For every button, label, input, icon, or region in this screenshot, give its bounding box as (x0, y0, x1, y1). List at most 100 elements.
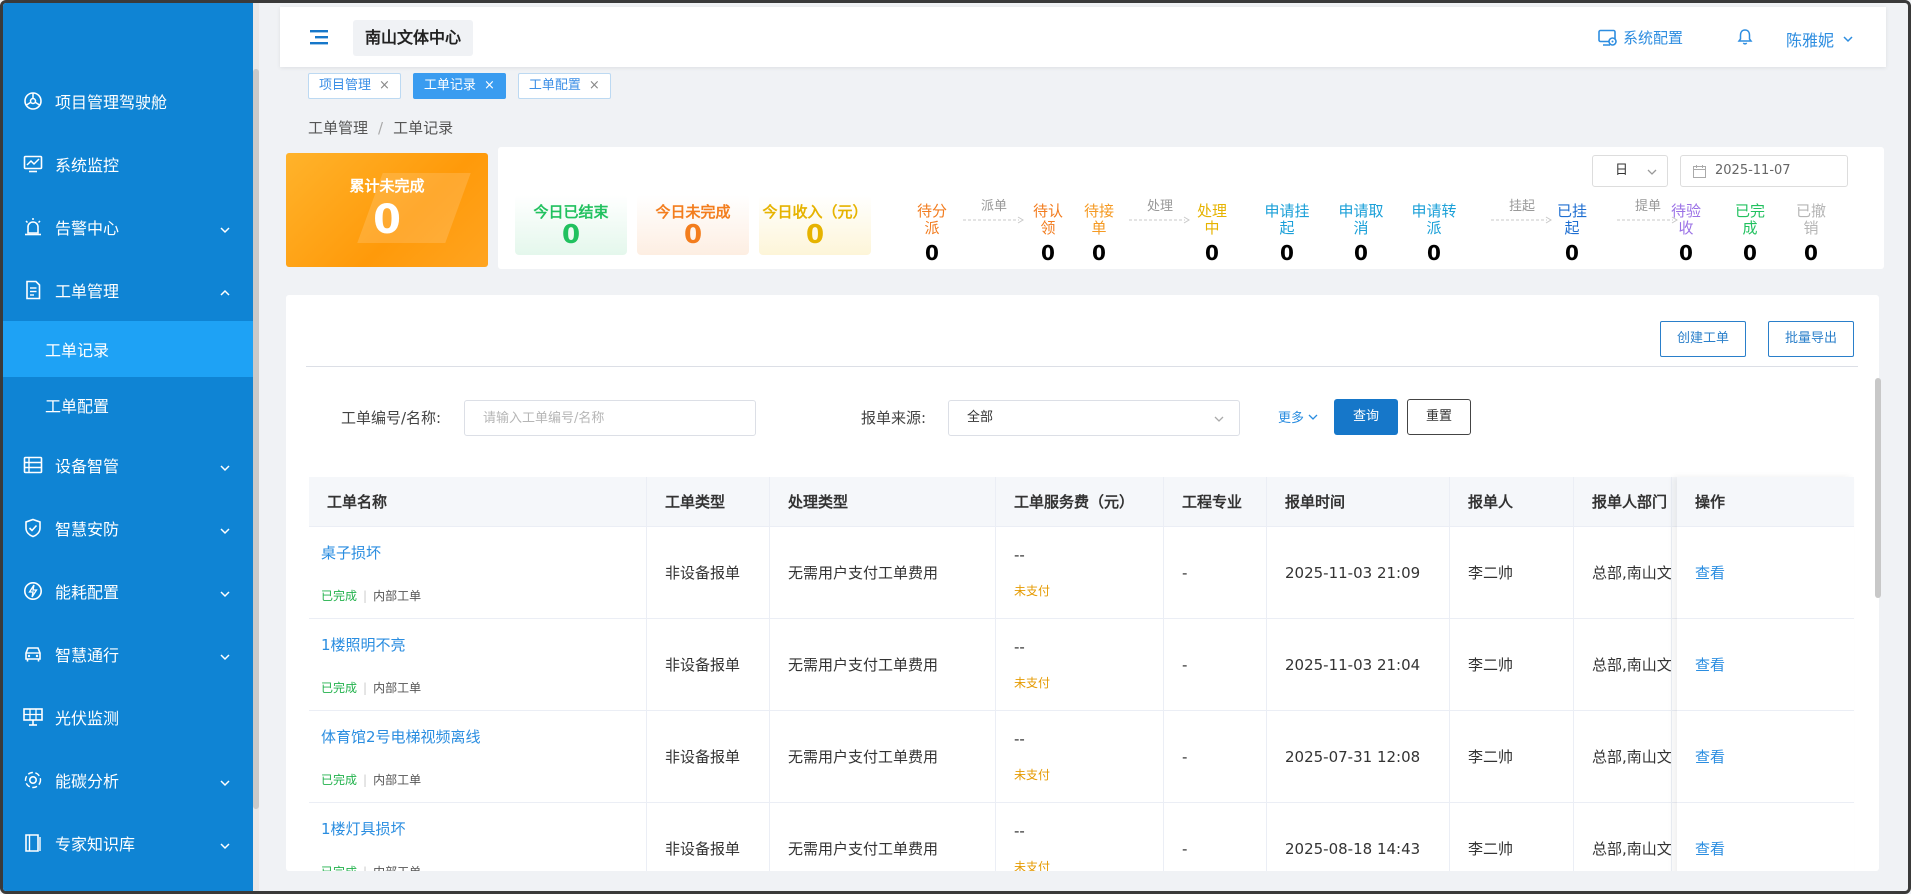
status-step-9: 已完 成 0 (1724, 203, 1776, 265)
sidebar-item-12[interactable]: 专家知识库 (3, 811, 253, 874)
sidebar-item-6[interactable]: 设备智管 (3, 433, 253, 496)
order-search-input[interactable] (464, 400, 756, 436)
department-cell: 总部,南山文体中心 (1574, 619, 1672, 710)
order-name-link[interactable]: 体育馆2号电梯视频离线 (321, 726, 481, 747)
fee-value: -- (1014, 638, 1025, 656)
flow-arrow-1: 处理 (1127, 195, 1193, 224)
status-summary-panel: 今日已结束 0 今日未完成 0 今日收入（元） 0 待分 派 0 待认 领 0 待接 单… (498, 147, 1884, 269)
sidebar-item-0[interactable]: 项目管理驾驶舱 (3, 69, 253, 132)
sidebar-item-label: 设备智管 (55, 456, 120, 476)
breadcrumb-current: 工单记录 (393, 119, 454, 137)
dashed-arrow-icon (1129, 214, 1191, 224)
today-finished-label: 今日已结束 (533, 203, 609, 221)
close-icon[interactable]: × (589, 74, 600, 98)
close-icon[interactable]: × (484, 74, 495, 98)
handle-type-cell: 无需用户支付工单费用 (770, 527, 996, 618)
query-button[interactable]: 查询 (1334, 399, 1398, 435)
reporter-cell: 李二帅 (1450, 803, 1574, 871)
category-tag: 内部工单 (373, 772, 422, 787)
status-step-label: 申请转 派 (1411, 202, 1457, 237)
view-link[interactable]: 查看 (1695, 654, 1725, 675)
status-step-label: 申请挂 起 (1264, 202, 1310, 237)
breadcrumb-parent[interactable]: 工单管理 (308, 119, 368, 137)
user-menu[interactable]: 陈雅妮 (1786, 27, 1854, 51)
tab-1[interactable]: 工单记录 × (412, 73, 506, 99)
sidebar-item-label: 工单记录 (45, 341, 110, 360)
sidebar-item-5[interactable]: 工单配置 (3, 377, 253, 433)
handle-type-cell: 无需用户支付工单费用 (770, 803, 996, 871)
site-name[interactable]: 南山文体中心 (353, 20, 474, 56)
fee-value: -- (1014, 546, 1025, 564)
order-name-link[interactable]: 桌子损坏 (321, 542, 381, 563)
chevron-down-icon (1308, 414, 1318, 420)
sidebar-item-10[interactable]: 光伏监测 (3, 685, 253, 748)
column-header: 报单时间 (1267, 477, 1450, 526)
sidebar-item-9[interactable]: 智慧通行 (3, 622, 253, 685)
column-header: 工单服务费（元） (996, 477, 1164, 526)
sidebar-item-11[interactable]: 能碳分析 (3, 748, 253, 811)
reporter-cell: 李二帅 (1450, 711, 1574, 802)
meta-divider: | (363, 772, 368, 787)
system-config-link[interactable]: 系统配置 (1598, 27, 1683, 48)
major-cell: - (1164, 619, 1267, 710)
dashed-arrow-icon (963, 214, 1025, 224)
today-unfinished-card: 今日未完成 0 (637, 195, 749, 255)
order-name-cell: 桌子损坏 已完成 | 内部工单 (309, 527, 647, 618)
view-link[interactable]: 查看 (1695, 562, 1725, 583)
meta-divider: | (363, 865, 367, 872)
date-picker[interactable]: 2025-11-07 (1680, 155, 1848, 187)
status-step-10: 已撤 销 0 (1785, 203, 1837, 264)
sidebar-item-2[interactable]: 告警中心 (3, 195, 253, 258)
order-name-link[interactable]: 1楼照明不亮 (321, 634, 406, 655)
carbon-icon (23, 770, 43, 790)
calendar-icon (1693, 165, 1706, 178)
menu-toggle-icon[interactable] (310, 29, 328, 45)
report-time-cell: 2025-11-03 21:04 (1267, 619, 1450, 710)
sidebar-item-label: 项目管理驾驶舱 (55, 92, 168, 112)
operation-column: 操作 查看 查看 查看 查看 (1677, 477, 1854, 871)
sidebar-menu: 项目管理驾驶舱系统监控 告警中心 工单管理工单记录工单配置设备智管智慧安防能耗配置智… (3, 69, 253, 874)
more-filters-toggle[interactable]: 更多 (1278, 407, 1318, 426)
batch-export-button[interactable]: 批量导出 (1768, 321, 1855, 357)
report-time-cell: 2025-08-18 14:43 (1267, 803, 1450, 871)
source-select[interactable]: 全部 (948, 400, 1240, 436)
order-name-link[interactable]: 1楼灯具损坏 (321, 818, 406, 839)
status-step-value: 0 (1743, 241, 1757, 265)
tab-2[interactable]: 工单配置 × (517, 73, 611, 99)
view-link[interactable]: 查看 (1695, 746, 1725, 767)
status-badge: 已完成 (321, 865, 357, 872)
reset-button[interactable]: 重置 (1407, 399, 1471, 435)
sidebar-scrollbar[interactable] (253, 69, 259, 809)
payment-status: 未支付 (1014, 584, 1051, 598)
order-meta: 已完成 | 内部工单 (321, 771, 421, 788)
sidebar-item-4[interactable]: 工单记录 (3, 321, 253, 377)
close-icon[interactable]: × (379, 74, 390, 98)
operation-cell: 查看 (1677, 803, 1854, 871)
more-label: 更多 (1278, 411, 1305, 426)
flow-arrow-0: 派单 (961, 195, 1027, 224)
energy-icon (23, 581, 43, 601)
flow-label: 提单 (1634, 199, 1661, 214)
meta-divider: | (363, 680, 368, 695)
sidebar-item-7[interactable]: 智慧安防 (3, 496, 253, 559)
today-unfinished-value: 0 (683, 220, 703, 250)
status-step-label: 待接 单 (1083, 202, 1114, 237)
bell-icon[interactable] (1737, 28, 1753, 46)
period-select[interactable]: 日 (1592, 155, 1668, 187)
alarm-icon (23, 217, 43, 237)
content-scrollbar[interactable] (1875, 378, 1881, 598)
sidebar-item-8[interactable]: 能耗配置 (3, 559, 253, 622)
category-tag: 内部工单 (373, 588, 422, 603)
status-badge: 已完成 (321, 680, 358, 695)
book-icon (23, 833, 43, 853)
view-link[interactable]: 查看 (1695, 838, 1725, 859)
device-list-icon (23, 455, 43, 475)
sidebar-item-3[interactable]: 工单管理 (3, 258, 253, 321)
sidebar-item-1[interactable]: 系统监控 (3, 132, 253, 195)
system-config-label: 系统配置 (1623, 29, 1684, 47)
sidebar-item-label: 能耗配置 (55, 582, 120, 602)
create-order-button[interactable]: 创建工单 (1660, 321, 1747, 357)
table-row: 1楼灯具损坏已完成 | 内部工单 非设备报单无需用户支付工单费用 -- 未支付 -2025-… (309, 803, 1854, 871)
order-type-cell: 非设备报单 (647, 711, 770, 802)
tab-0[interactable]: 项目管理 × (308, 73, 401, 99)
